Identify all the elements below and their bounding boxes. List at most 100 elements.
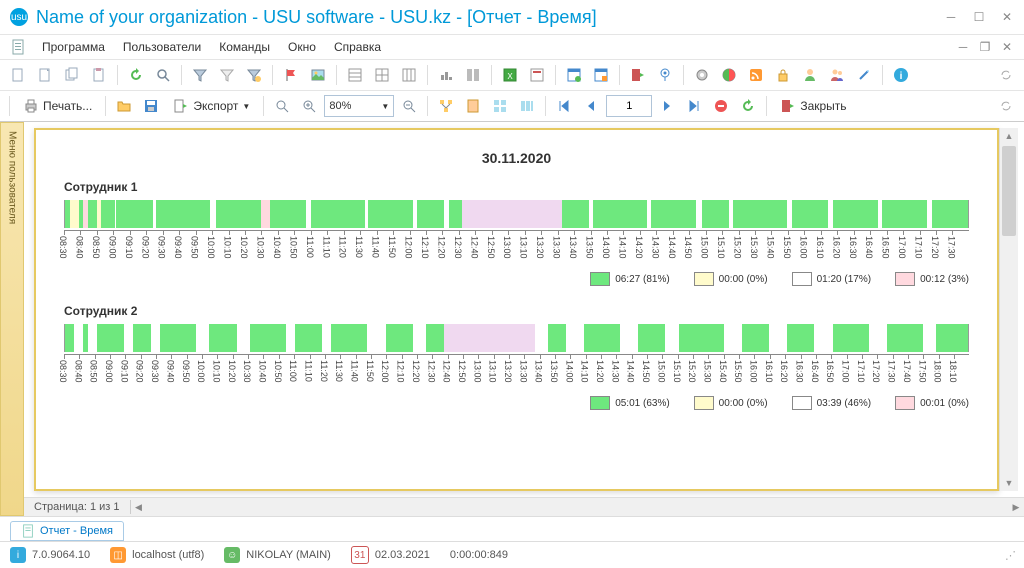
filter-clear-button[interactable] [215,63,239,87]
open-button[interactable] [33,63,57,87]
flag-button[interactable] [279,63,303,87]
tick-label: 17:10 [914,236,924,259]
menu-users[interactable]: Пользователи [115,38,209,56]
close-button[interactable]: ✕ [1000,10,1014,24]
grid-2-button[interactable] [370,63,394,87]
legend-swatch [590,272,610,286]
scroll-right-icon[interactable]: ▶ [1008,502,1024,513]
tick-label: 11:30 [354,236,364,258]
info-button[interactable]: i [889,63,913,87]
grid-1-button[interactable] [343,63,367,87]
sync-button[interactable] [994,63,1018,87]
close-report-button[interactable]: Закрыть [773,94,853,118]
mdi-minimize-button[interactable]: ─ [956,40,970,54]
users-button[interactable] [825,63,849,87]
page-multi-button[interactable] [515,94,539,118]
database-icon: ◫ [110,547,126,563]
export-xls-button[interactable]: X [498,63,522,87]
tick-label: 12:00 [404,236,414,259]
mdi-restore-button[interactable]: ❐ [978,40,992,54]
reload-button[interactable] [736,94,760,118]
minimize-button[interactable]: ─ [944,10,958,24]
window-1-button[interactable] [562,63,586,87]
save-button[interactable] [139,94,163,118]
layout-button[interactable] [461,63,485,87]
prev-page-button[interactable] [579,94,603,118]
paste-button[interactable] [87,63,111,87]
timeline-segment [368,324,386,352]
tick-label: 09:30 [157,236,167,259]
first-page-button[interactable] [552,94,576,118]
tick-label: 15:00 [700,236,710,259]
tick-label: 17:00 [897,236,907,259]
user-button[interactable] [798,63,822,87]
tab-report-time[interactable]: Отчет - Время [10,521,124,541]
pin-button[interactable] [653,63,677,87]
refresh-button[interactable] [124,63,148,87]
stop-button[interactable] [709,94,733,118]
vertical-scrollbar[interactable]: ▲ ▼ [999,128,1018,491]
print-button[interactable]: Печать... [16,94,99,118]
export-button[interactable]: Экспорт ▼ [166,94,257,118]
zoom-in-button[interactable] [270,94,294,118]
horizontal-scrollbar[interactable]: Страница: 1 из 1 ◀ ▶ [24,497,1024,516]
employee-label: Сотрудник 1 [64,180,969,194]
last-page-button[interactable] [682,94,706,118]
settings-button[interactable] [690,63,714,87]
timeline-segment [638,324,665,352]
export-doc-button[interactable] [525,63,549,87]
page-input[interactable] [606,95,652,117]
legend-label: 00:00 (0%) [719,398,768,409]
zoom-out-button[interactable] [397,94,421,118]
calendar-icon: 31 [351,546,369,564]
tick-label: 10:40 [257,360,267,383]
page-view-button[interactable] [461,94,485,118]
filter-button[interactable] [188,63,212,87]
window-2-button[interactable] [589,63,613,87]
tick-label: 12:30 [453,236,463,259]
scroll-left-icon[interactable]: ◀ [131,502,147,513]
side-tab[interactable]: Меню пользователя [0,122,24,516]
image-button[interactable] [306,63,330,87]
exit-button[interactable] [626,63,650,87]
page-grid-button[interactable] [488,94,512,118]
lock-button[interactable] [771,63,795,87]
search-button[interactable] [151,63,175,87]
timeline-segment [196,324,210,352]
report-page: 30.11.2020 Сотрудник 108:3008:4008:5009:… [34,128,999,491]
tick-label: 08:50 [91,236,101,259]
menu-commands[interactable]: Команды [211,38,278,56]
open-file-button[interactable] [112,94,136,118]
bar-button[interactable] [434,63,458,87]
tick-label: 16:00 [798,236,808,259]
menu-program[interactable]: Программа [34,38,113,56]
sync-2-button[interactable] [994,94,1018,118]
scroll-down-icon[interactable]: ▼ [1000,475,1018,491]
tick-label: 18:10 [948,360,958,383]
zoom-fit-button[interactable] [297,94,321,118]
scroll-thumb[interactable] [1002,146,1016,236]
menu-help[interactable]: Справка [326,38,389,56]
page-indicator: Страница: 1 из 1 [24,501,130,513]
copy-button[interactable] [60,63,84,87]
zoom-combo[interactable]: 80%▼ [324,95,394,117]
rss-button[interactable] [744,63,768,87]
menu-window[interactable]: Окно [280,38,324,56]
tick-label: 10:10 [211,360,221,383]
tick-label: 12:10 [420,236,430,259]
scroll-up-icon[interactable]: ▲ [1000,128,1018,144]
maximize-button[interactable]: ☐ [972,10,986,24]
filter-settings-button[interactable] [242,63,266,87]
next-page-button[interactable] [655,94,679,118]
legend-swatch [590,396,610,410]
report-date: 30.11.2020 [64,150,969,166]
wand-button[interactable] [852,63,876,87]
new-button[interactable] [6,63,30,87]
mdi-close-button[interactable]: ✕ [1000,40,1014,54]
resize-grip[interactable]: ⋰ [1005,549,1014,562]
timeline-segment [814,324,832,352]
grid-3-button[interactable] [397,63,421,87]
color-button[interactable] [717,63,741,87]
tree-button[interactable] [434,94,458,118]
tick-label: 11:10 [321,236,331,258]
